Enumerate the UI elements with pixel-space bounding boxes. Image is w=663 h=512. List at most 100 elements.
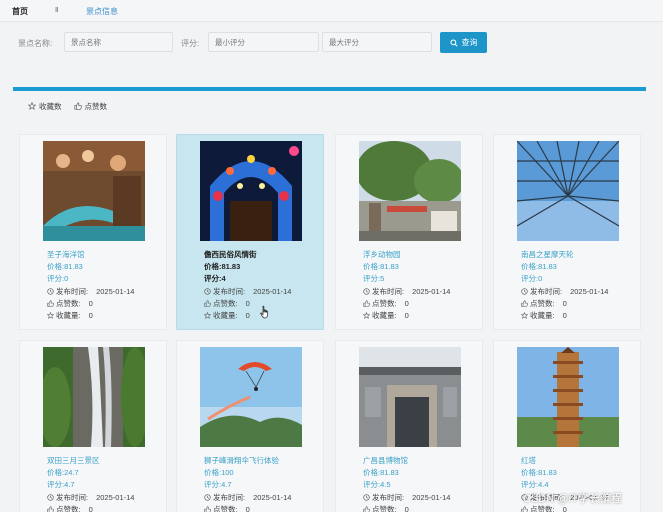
attraction-image: [359, 347, 461, 447]
thumbs-up-icon: [47, 300, 54, 307]
likes-value: 0: [88, 299, 93, 308]
attraction-price: 价格:81.83: [521, 262, 557, 271]
star-icon: [47, 312, 54, 319]
attraction-title[interactable]: 南昌之星摩天轮: [521, 249, 574, 260]
likes-label: 点赞数:: [372, 299, 397, 308]
favorite-count: 收藏量: 0: [204, 310, 250, 321]
attraction-card[interactable]: 狮子峰滑翔伞飞行体验 价格:100 评分:4.7 发布时间: 2025-01-14…: [176, 340, 324, 512]
attraction-image: [517, 347, 619, 447]
likes-label: 点赞数:: [56, 505, 81, 512]
favorites-value: 0: [88, 311, 93, 320]
attraction-title[interactable]: 红塔: [521, 455, 536, 466]
breadcrumb-home[interactable]: 首页: [12, 6, 28, 17]
clock-icon: [521, 288, 528, 295]
likes-value: 0: [245, 299, 250, 308]
attraction-title[interactable]: 双田三月三景区: [47, 455, 100, 466]
attraction-score: 评分:4.7: [47, 480, 75, 489]
favorites-label: 收藏量:: [530, 311, 555, 320]
favorites-label: 收藏量:: [213, 311, 238, 320]
sort-options: 收藏数 点赞数: [28, 100, 107, 112]
favorite-count: 收藏量: 0: [521, 310, 567, 321]
attraction-score: 评分:5: [363, 274, 385, 283]
min-score-input[interactable]: [208, 32, 319, 52]
star-icon: [521, 312, 528, 319]
favorites-value: 0: [245, 311, 250, 320]
likes-value: 0: [88, 505, 93, 512]
thumbs-up-icon: [363, 300, 370, 307]
favorite-count: 收藏量: 0: [363, 310, 409, 321]
star-icon: [204, 312, 211, 319]
publish-time: 发布时间: 2025-01-14: [204, 492, 291, 503]
likes-value: 0: [404, 299, 409, 308]
thumbs-up-icon: [521, 300, 528, 307]
sort-by-favorites[interactable]: 收藏数: [28, 100, 62, 112]
sort-likes-label: 点赞数: [84, 101, 108, 111]
publish-label: 发布时间:: [56, 493, 89, 502]
likes-label: 点赞数:: [530, 299, 555, 308]
thumbs-up-icon: [73, 102, 82, 110]
attraction-card[interactable]: 浮乡动物园 价格:81.83 评分:5 发布时间: 2025-01-14 点赞数:…: [335, 134, 483, 330]
publish-date: 2025-01-14: [253, 493, 292, 502]
publish-date: 2025-01-14: [412, 493, 451, 502]
publish-label: 发布时间:: [213, 493, 246, 502]
attraction-image: [200, 347, 302, 447]
favorites-label: 收藏量:: [56, 311, 81, 320]
attraction-score: 评分:4: [204, 274, 226, 283]
search-button-label: 查询: [461, 38, 478, 47]
attraction-card[interactable]: 广昌县博物馆 价格:81.83 评分:4.5 发布时间: 2025-01-14 点…: [335, 340, 483, 512]
search-icon: [449, 38, 458, 47]
favorites-value: 0: [562, 311, 567, 320]
attraction-price: 价格:81.83: [204, 262, 241, 271]
attraction-title[interactable]: 儋西民俗风情街: [204, 249, 257, 260]
name-search-input[interactable]: [64, 32, 173, 52]
search-bar: 景点名称: 评分: 查询: [0, 30, 663, 56]
attraction-score: 评分:4.5: [363, 480, 391, 489]
likes-label: 点赞数:: [56, 299, 81, 308]
attraction-title[interactable]: 广昌县博物馆: [363, 455, 408, 466]
attraction-image: [43, 141, 145, 241]
likes-label: 点赞数:: [372, 505, 397, 512]
attraction-score: 评分:0: [521, 274, 543, 283]
attraction-title[interactable]: 圣子海洋馆: [47, 249, 85, 260]
favorites-value: 0: [404, 311, 409, 320]
attraction-card[interactable]: 圣子海洋馆 价格:81.83 评分:0 发布时间: 2025-01-14 点赞数:…: [19, 134, 167, 330]
publish-time: 发布时间: 2025-01-14: [363, 286, 450, 297]
sort-favorites-label: 收藏数: [39, 101, 62, 111]
max-score-input[interactable]: [322, 32, 432, 52]
attraction-score: 评分:0: [47, 274, 69, 283]
likes-label: 点赞数:: [213, 505, 238, 512]
attraction-price: 价格:81.83: [521, 468, 557, 477]
name-label: 景点名称:: [18, 39, 53, 48]
section-divider: [13, 87, 646, 91]
attraction-price: 价格:24.7: [47, 468, 79, 477]
attraction-score: 评分:4.4: [521, 480, 549, 489]
search-button[interactable]: 查询: [440, 32, 487, 53]
attraction-title[interactable]: 浮乡动物园: [363, 249, 401, 260]
attraction-card[interactable]: 红塔 价格:81.83 评分:4.4 发布时间: 2025-01-14 点赞数: 0…: [493, 340, 641, 512]
clock-icon: [363, 288, 370, 295]
breadcrumb-separator: Ⅱ: [55, 7, 59, 14]
publish-label: 发布时间:: [56, 287, 89, 296]
publish-date: 2025-01-14: [253, 287, 292, 296]
attraction-price: 价格:81.83: [47, 262, 83, 271]
attraction-price: 价格:100: [204, 468, 234, 477]
attraction-image: [517, 141, 619, 241]
publish-label: 发布时间:: [213, 287, 246, 296]
sort-by-likes[interactable]: 点赞数: [73, 100, 108, 112]
breadcrumb-current[interactable]: 景点信息: [86, 6, 118, 17]
score-label: 评分:: [181, 39, 200, 48]
publish-time: 发布时间: 2025-01-14: [521, 286, 608, 297]
favorite-count: 收藏量: 0: [47, 310, 93, 321]
attraction-price: 价格:81.83: [363, 262, 399, 271]
attraction-score: 评分:4.7: [204, 480, 232, 489]
attraction-card[interactable]: 南昌之星摩天轮 价格:81.83 评分:0 发布时间: 2025-01-14 点赞…: [493, 134, 641, 330]
publish-label: 发布时间:: [372, 287, 405, 296]
top-breadcrumb-bar: 首页 Ⅱ 景点信息: [0, 0, 663, 22]
publish-time: 发布时间: 2025-01-14: [47, 286, 134, 297]
likes-value: 0: [562, 505, 567, 512]
likes-value: 0: [245, 505, 250, 512]
attraction-title[interactable]: 狮子峰滑翔伞飞行体验: [204, 455, 279, 466]
attraction-card[interactable]: 儋西民俗风情街 价格:81.83 评分:4 发布时间: 2025-01-14 点赞…: [176, 134, 324, 330]
thumbs-up-icon: [204, 300, 211, 307]
attraction-card[interactable]: 双田三月三景区 价格:24.7 评分:4.7 发布时间: 2025-01-14 点…: [19, 340, 167, 512]
